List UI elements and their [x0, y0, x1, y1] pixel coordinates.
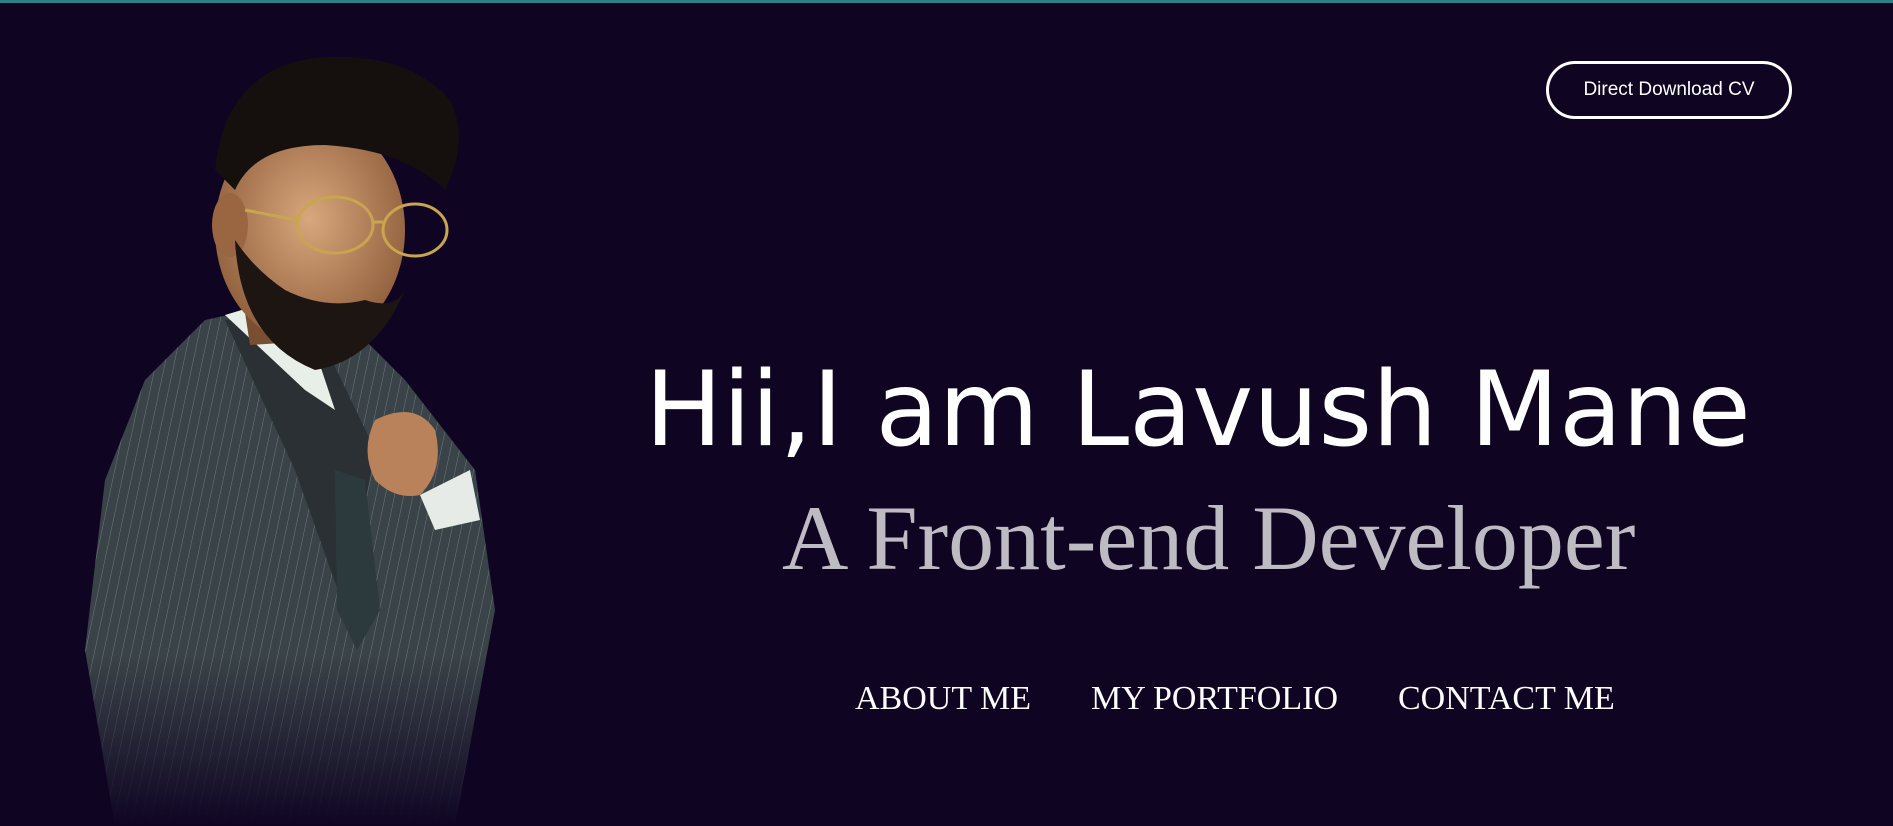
profile-portrait — [75, 50, 545, 826]
main-nav: ABOUT ME MY PORTFOLIO CONTACT ME — [855, 680, 1615, 718]
nav-my-portfolio[interactable]: MY PORTFOLIO — [1091, 680, 1338, 718]
hero-title: Hii,I am Lavush Mane — [645, 350, 1751, 470]
nav-contact-me[interactable]: CONTACT ME — [1398, 680, 1615, 718]
nav-about-me[interactable]: ABOUT ME — [855, 680, 1031, 718]
top-accent-line — [0, 0, 1893, 3]
download-cv-button[interactable]: Direct Download CV — [1546, 61, 1792, 119]
hero-subtitle: A Front-end Developer — [782, 487, 1636, 589]
